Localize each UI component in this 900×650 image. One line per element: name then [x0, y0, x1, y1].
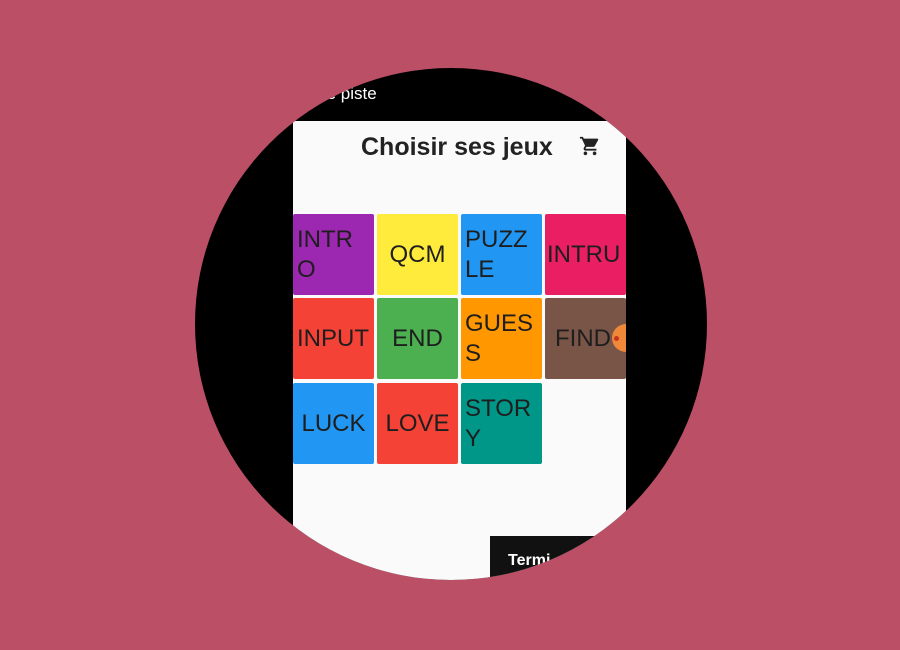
game-selection-screen: Choisir ses jeux INTRO QCM PUZZLE INTRU …	[293, 121, 626, 580]
cart-icon[interactable]	[579, 135, 601, 157]
game-tile-intru[interactable]: INTRU	[545, 214, 626, 295]
game-tile-intro[interactable]: INTRO	[293, 214, 374, 295]
game-tile-guess[interactable]: GUESS	[461, 298, 542, 379]
page-title: Choisir ses jeux	[361, 133, 553, 161]
game-tile-love[interactable]: LOVE	[377, 383, 458, 464]
game-tile-input[interactable]: INPUT	[293, 298, 374, 379]
game-tile-qcm[interactable]: QCM	[377, 214, 458, 295]
finish-button[interactable]: Termi	[490, 536, 610, 580]
game-tile-luck[interactable]: LUCK	[293, 383, 374, 464]
game-tile-end[interactable]: END	[377, 298, 458, 379]
game-tile-find[interactable]: FIND	[545, 298, 626, 379]
circular-viewport: u de piste Choisir ses jeux INTRO QCM PU…	[195, 68, 707, 580]
floating-touch-indicator	[612, 324, 626, 352]
game-tile-story[interactable]: STORY	[461, 383, 542, 464]
app-bar-title: u de piste	[303, 84, 377, 103]
game-tile-puzzle[interactable]: PUZZLE	[461, 214, 542, 295]
